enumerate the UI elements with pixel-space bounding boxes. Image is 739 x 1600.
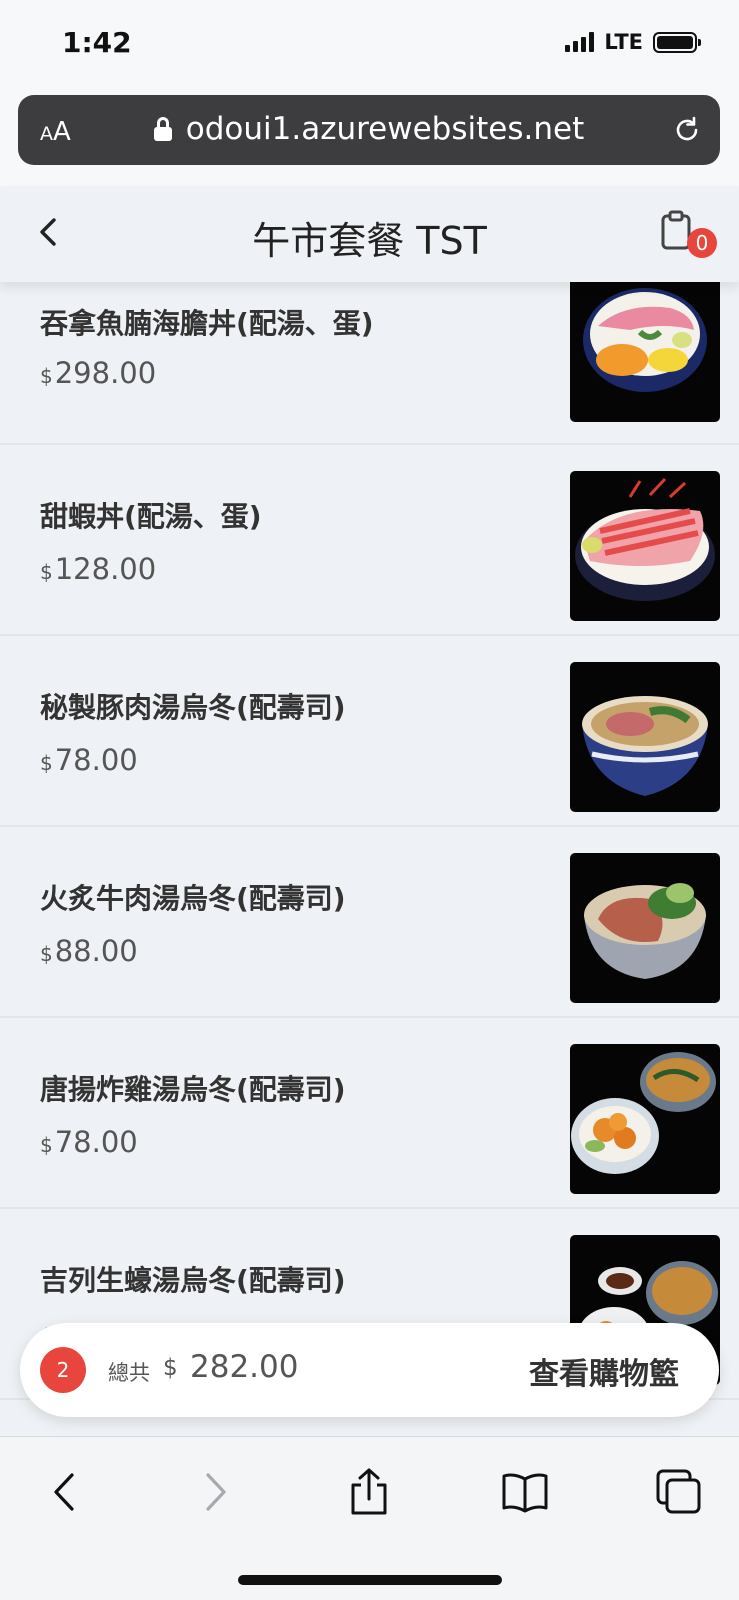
item-price: $298.00: [40, 356, 157, 390]
url-display[interactable]: odoui1.azurewebsites.net: [18, 111, 720, 147]
item-photo[interactable]: [570, 853, 720, 1003]
item-price: $88.00: [40, 934, 138, 968]
browser-address-area: AA odoui1.azurewebsites.net: [0, 92, 739, 186]
item-price: $78.00: [40, 1125, 138, 1159]
item-name: 甜蝦丼(配湯、蛋): [40, 500, 262, 533]
item-name: 火炙牛肉湯烏冬(配壽司): [40, 882, 346, 915]
item-photo[interactable]: [570, 662, 720, 812]
reload-icon[interactable]: [672, 115, 702, 145]
item-photo[interactable]: [570, 471, 720, 621]
url-text: odoui1.azurewebsites.net: [185, 111, 585, 147]
item-photo[interactable]: [570, 1044, 720, 1194]
cart-summary-bar[interactable]: 2 總共 $ 282.00 查看購物籃: [20, 1323, 719, 1417]
cart-item-count-badge: 2: [40, 1347, 86, 1393]
status-time: 1:42: [62, 26, 132, 59]
home-indicator: [238, 1575, 502, 1585]
item-name: 吉列生蠔湯烏冬(配壽司): [40, 1264, 346, 1297]
page-header: 午市套餐 TST 0: [0, 186, 739, 282]
cart-button[interactable]: 0: [659, 210, 717, 260]
bookmarks-icon[interactable]: [500, 1467, 550, 1517]
lock-icon: [153, 117, 172, 141]
signal-icon: [565, 32, 595, 52]
menu-item[interactable]: 火炙牛肉湯烏冬(配壽司) $88.00: [0, 827, 739, 1018]
browser-back-icon[interactable]: [40, 1467, 90, 1517]
network-label: LTE: [604, 30, 643, 54]
total-amount: 282.00: [190, 1349, 299, 1385]
tabs-icon[interactable]: [654, 1467, 704, 1517]
status-bar: 1:42 LTE: [0, 0, 739, 92]
item-name: 吞拿魚腩海膽丼(配湯、蛋): [40, 307, 374, 340]
menu-item[interactable]: 唐揚炸雞湯烏冬(配壽司) $78.00: [0, 1018, 739, 1209]
item-photo[interactable]: [570, 282, 720, 422]
item-price: $78.00: [40, 743, 138, 777]
view-cart-button[interactable]: 查看購物籃: [529, 1349, 679, 1393]
status-indicators: LTE: [565, 30, 701, 54]
share-icon[interactable]: [344, 1467, 394, 1517]
item-price: $128.00: [40, 552, 157, 586]
address-bar[interactable]: AA odoui1.azurewebsites.net: [18, 95, 720, 165]
menu-item[interactable]: 秘製豚肉湯烏冬(配壽司) $78.00: [0, 636, 739, 827]
browser-forward-icon[interactable]: [190, 1467, 240, 1517]
page: 1:42 LTE AA odoui1.azurewebsites.net 午市套…: [0, 0, 739, 1600]
total-label: 總共: [108, 1361, 150, 1385]
battery-icon: [653, 31, 701, 53]
cart-count-badge: 0: [687, 228, 717, 258]
menu-list: 吞拿魚腩海膽丼(配湯、蛋) $298.00 甜蝦丼(配湯、蛋) $128.00: [0, 282, 739, 1400]
menu-item[interactable]: 吞拿魚腩海膽丼(配湯、蛋) $298.00: [0, 282, 739, 445]
total-currency: $: [163, 1355, 178, 1381]
page-title: 午市套餐 TST: [252, 219, 487, 263]
item-name: 秘製豚肉湯烏冬(配壽司): [40, 691, 346, 724]
item-name: 唐揚炸雞湯烏冬(配壽司): [40, 1073, 346, 1106]
browser-toolbar: [0, 1436, 739, 1600]
menu-item[interactable]: 甜蝦丼(配湯、蛋) $128.00: [0, 445, 739, 636]
